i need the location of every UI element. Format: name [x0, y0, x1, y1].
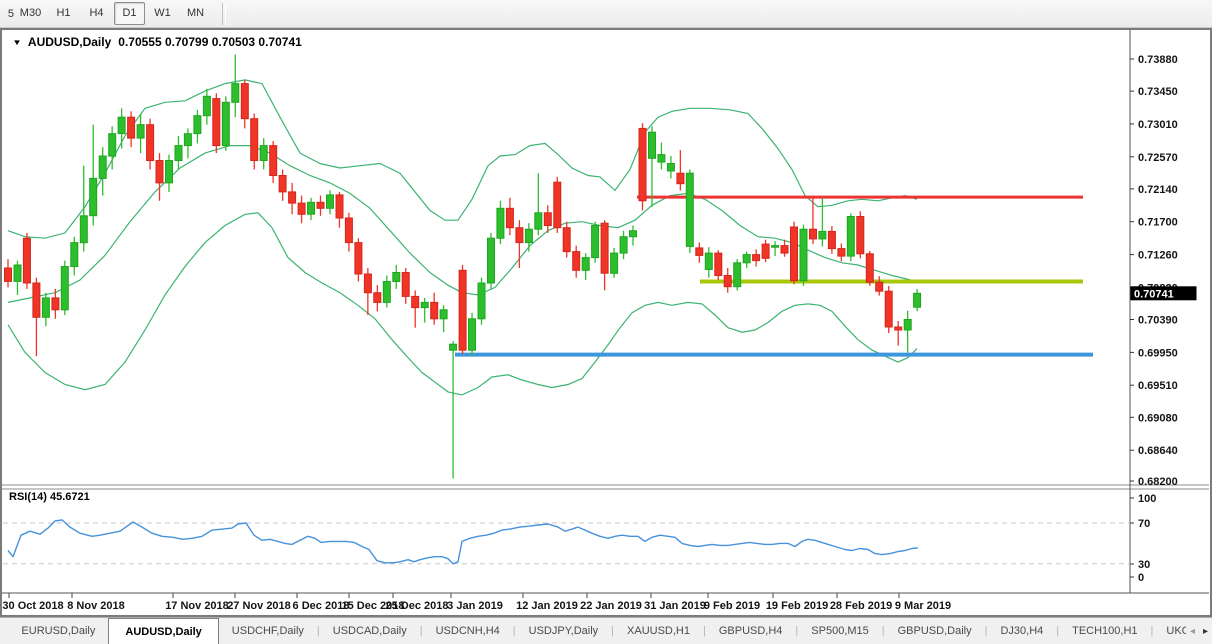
timeframe-button-m30[interactable]: M30 — [15, 2, 46, 25]
timeframe-button-w1[interactable]: W1 — [147, 2, 178, 25]
timeframe-button-d1[interactable]: D1 — [114, 2, 145, 25]
tab-gbpusd-h4[interactable]: GBPUSD,H4 — [706, 618, 796, 644]
rsi-indicator-label: RSI(14) 45.6721 — [9, 491, 90, 503]
tab-usdcnh-h4[interactable]: USDCNH,H4 — [423, 618, 513, 644]
timeframe-button-partial[interactable]: 5 — [1, 8, 14, 20]
tab-usdjpy-daily[interactable]: USDJPY,Daily — [516, 618, 612, 644]
tab-dj30-h4[interactable]: DJ30,H4 — [987, 618, 1056, 644]
tab-gbpusd-daily[interactable]: GBPUSD,Daily — [885, 618, 985, 644]
tab-scroll-right-icon[interactable]: ▸ — [1199, 626, 1212, 637]
tab-sp500-m15[interactable]: SP500,M15 — [798, 618, 881, 644]
tab-usdchf-daily[interactable]: USDCHF,Daily — [219, 618, 317, 644]
tab-bar-lead — [0, 618, 8, 644]
chart-tab-bar: EURUSD,DailyAUDUSD,DailyUSDCHF,Daily|USD… — [0, 617, 1212, 644]
chart-window[interactable] — [0, 28, 1212, 617]
tab-eurusd-daily[interactable]: EURUSD,Daily — [8, 618, 108, 644]
timeframe-button-mn[interactable]: MN — [180, 2, 211, 25]
timeframe-toolbar: 5 M30H1H4D1W1MN — [0, 0, 1212, 28]
tab-usdcad-daily[interactable]: USDCAD,Daily — [320, 618, 420, 644]
tab-audusd-daily[interactable]: AUDUSD,Daily — [108, 618, 218, 644]
chart-ohlc-values: 0.70555 0.70799 0.70503 0.70741 — [118, 35, 302, 49]
tab-tech100-h1[interactable]: TECH100,H1 — [1059, 618, 1150, 644]
toolbar-separator — [222, 3, 226, 25]
chart-title: ▼ AUDUSD,Daily 0.70555 0.70799 0.70503 0… — [13, 35, 302, 49]
tab-xauusd-h1[interactable]: XAUUSD,H1 — [614, 618, 703, 644]
chevron-down-icon[interactable]: ▼ — [12, 38, 22, 47]
mt4-application: { "toolbar": { "partial_left": "5", "tim… — [0, 0, 1212, 644]
timeframe-button-h1[interactable]: H1 — [48, 2, 79, 25]
timeframe-button-h4[interactable]: H4 — [81, 2, 112, 25]
chart-symbol-label: AUDUSD,Daily — [28, 35, 111, 49]
tab-ukc[interactable]: UKC — [1153, 618, 1186, 644]
tab-scroll-left-icon[interactable]: ◂ — [1186, 626, 1199, 637]
